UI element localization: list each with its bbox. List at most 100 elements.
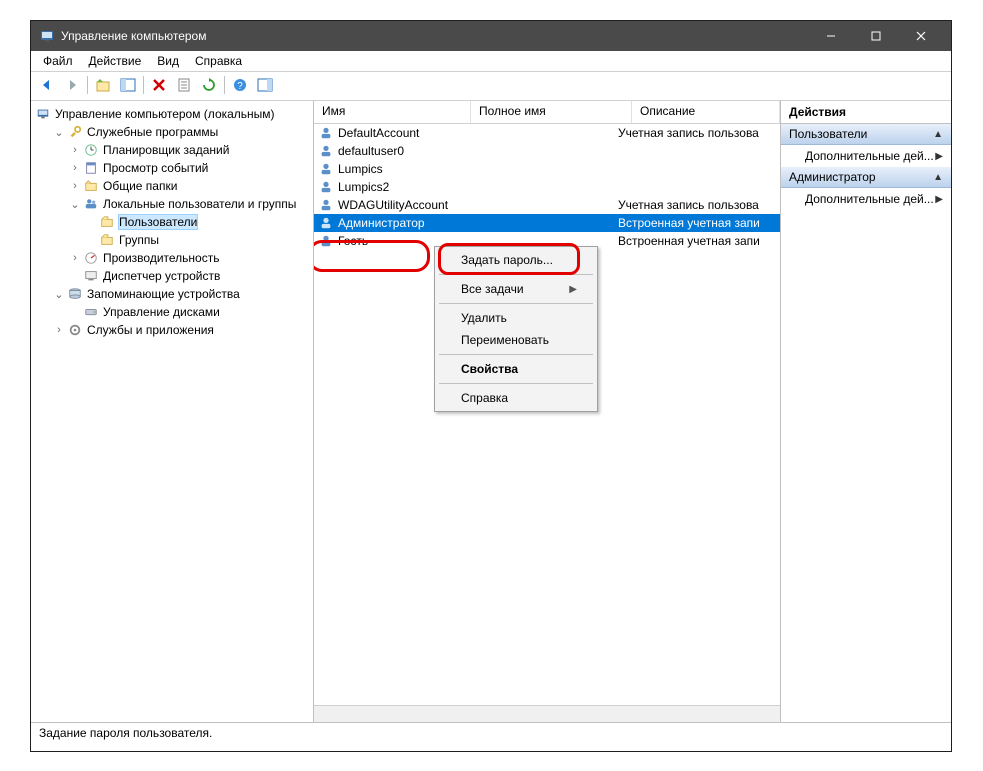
folder-icon [99,214,115,230]
context-help[interactable]: Справка [437,387,595,409]
list-row[interactable]: Lumpics2 [314,178,780,196]
statusbar: Задание пароля пользователя. [31,722,951,751]
user-icon [318,215,334,231]
context-set-password[interactable]: Задать пароль... [437,249,595,271]
tree-device-manager[interactable]: Диспетчер устройств [31,267,313,285]
tree-users[interactable]: Пользователи [31,213,313,231]
context-rename[interactable]: Переименовать [437,329,595,351]
expand-icon[interactable]: › [67,180,83,192]
menu-action[interactable]: Действие [81,52,150,70]
chevron-right-icon: ▶ [935,151,943,162]
expand-icon[interactable]: › [67,252,83,264]
tree-groups[interactable]: Группы [31,231,313,249]
list-pane: Имя Полное имя Описание DefaultAccount У… [314,101,780,722]
back-button[interactable] [35,73,59,97]
tree-local-users-groups[interactable]: ⌄Локальные пользователи и группы [31,195,313,213]
tree-root[interactable]: Управление компьютером (локальным) [31,105,313,123]
computer-management-window: Управление компьютером Файл Действие Вид… [30,20,952,752]
toolbar-separator [87,76,88,94]
column-name[interactable]: Имя [314,101,471,123]
tree-shared-folders[interactable]: ›Общие папки [31,177,313,195]
maximize-button[interactable] [853,21,898,51]
chevron-right-icon: ▶ [935,194,943,205]
tree-performance[interactable]: ›Производительность [31,249,313,267]
tree-event-viewer[interactable]: ›Просмотр событий [31,159,313,177]
context-separator [439,383,593,384]
tree-disk-management[interactable]: Управление дисками [31,303,313,321]
column-fullname[interactable]: Полное имя [471,101,632,123]
disk-icon [83,304,99,320]
tree-pane[interactable]: Управление компьютером (локальным) ⌄Служ… [31,101,314,722]
body: Управление компьютером (локальным) ⌄Служ… [31,101,951,722]
user-icon [318,179,334,195]
user-icon [318,125,334,141]
delete-button[interactable] [147,73,171,97]
services-icon [67,322,83,338]
tools-icon [67,124,83,140]
menubar: Файл Действие Вид Справка [31,51,951,72]
list-row-selected[interactable]: Администратор Встроенная учетная запи [314,214,780,232]
list-body[interactable]: DefaultAccount Учетная запись пользова d… [314,124,780,705]
status-text: Задание пароля пользователя. [39,726,212,740]
chevron-right-icon: ▶ [569,284,577,295]
context-separator [439,303,593,304]
refresh-button[interactable] [197,73,221,97]
forward-button[interactable] [60,73,84,97]
performance-icon [83,250,99,266]
menu-file[interactable]: Файл [35,52,81,70]
collapse-icon[interactable]: ⌄ [51,126,67,139]
storage-icon [67,286,83,302]
show-hide-tree-button[interactable] [116,73,140,97]
tree-task-scheduler[interactable]: ›Планировщик заданий [31,141,313,159]
collapse-icon[interactable]: ⌄ [51,288,67,301]
toolbar: ? [31,72,951,101]
properties-button[interactable] [172,73,196,97]
list-row[interactable]: Lumpics [314,160,780,178]
list-row[interactable]: defaultuser0 [314,142,780,160]
shared-folder-icon [83,178,99,194]
clock-icon [83,142,99,158]
computer-icon [35,106,51,122]
context-properties[interactable]: Свойства [437,358,595,380]
chevron-up-icon[interactable]: ▲ [933,129,943,140]
context-delete[interactable]: Удалить [437,307,595,329]
tree-services-apps[interactable]: ›Службы и приложения [31,321,313,339]
minimize-button[interactable] [808,21,853,51]
context-separator [439,274,593,275]
close-button[interactable] [898,21,943,51]
menu-view[interactable]: Вид [149,52,187,70]
user-icon [318,143,334,159]
chevron-up-icon[interactable]: ▲ [933,172,943,183]
toolbar-separator [224,76,225,94]
context-all-tasks[interactable]: Все задачи▶ [437,278,595,300]
folder-icon [99,232,115,248]
actions-more-users[interactable]: Дополнительные дей... ▶ [781,145,951,167]
show-hide-action-pane-button[interactable] [253,73,277,97]
actions-title: Действия [781,101,951,124]
list-header[interactable]: Имя Полное имя Описание [314,101,780,124]
titlebar[interactable]: Управление компьютером [31,21,951,51]
app-icon [39,28,55,44]
column-description[interactable]: Описание [632,101,780,123]
tree-storage[interactable]: ⌄Запоминающие устройства [31,285,313,303]
up-button[interactable] [91,73,115,97]
expand-icon[interactable]: › [67,162,83,174]
help-button[interactable]: ? [228,73,252,97]
tree-system-tools[interactable]: ⌄Служебные программы [31,123,313,141]
menu-help[interactable]: Справка [187,52,250,70]
actions-group-users[interactable]: Пользователи ▲ [781,124,951,145]
horizontal-scrollbar[interactable] [314,705,780,722]
collapse-icon[interactable]: ⌄ [67,198,83,211]
user-icon [318,161,334,177]
user-icon [318,197,334,213]
event-icon [83,160,99,176]
expand-icon[interactable]: › [67,144,83,156]
actions-more-administrator[interactable]: Дополнительные дей... ▶ [781,188,951,210]
users-groups-icon [83,196,99,212]
context-separator [439,354,593,355]
list-row[interactable]: DefaultAccount Учетная запись пользова [314,124,780,142]
list-row[interactable]: WDAGUtilityAccount Учетная запись пользо… [314,196,780,214]
expand-icon[interactable]: › [51,324,67,336]
context-menu[interactable]: Задать пароль... Все задачи▶ Удалить Пер… [434,246,598,412]
actions-group-administrator[interactable]: Администратор ▲ [781,167,951,188]
